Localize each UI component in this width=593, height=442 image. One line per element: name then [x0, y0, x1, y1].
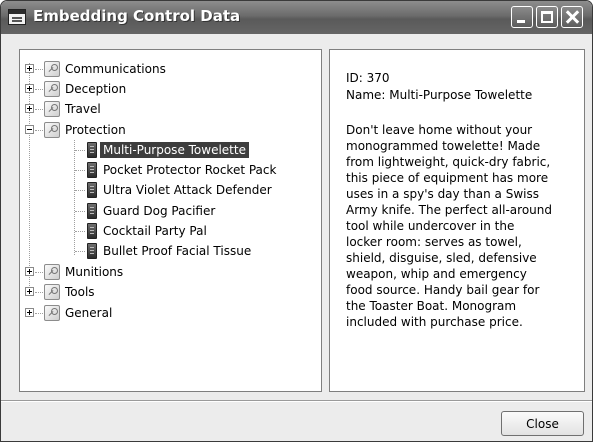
tree-node-label[interactable]: General — [62, 305, 115, 321]
tree-node-label[interactable]: Communications — [62, 61, 169, 77]
tree-node-label[interactable]: Protection — [62, 122, 129, 138]
tree-connector — [74, 140, 75, 255]
item-description: Don't leave home without your monogramme… — [346, 123, 552, 329]
tree-node-label[interactable]: Tools — [62, 284, 98, 300]
key-icon — [44, 264, 60, 280]
key-icon — [44, 122, 60, 138]
item-name: Name: Multi-Purpose Towelette — [346, 88, 533, 102]
tree-connector — [29, 63, 30, 296]
gadget-icon — [87, 223, 97, 239]
tree-item-label[interactable]: Ultra Violet Attack Defender — [100, 182, 275, 198]
tree-node-label[interactable]: Deception — [62, 81, 129, 97]
expand-icon[interactable] — [25, 267, 34, 276]
tree-node-label[interactable]: Munitions — [62, 264, 126, 280]
tree-node-label[interactable]: Travel — [62, 101, 104, 117]
key-icon — [44, 81, 60, 97]
tree-item-label[interactable]: Pocket Protector Rocket Pack — [100, 162, 279, 178]
expand-icon[interactable] — [25, 104, 34, 113]
gadget-icon — [87, 162, 97, 178]
item-id: ID: 370 — [346, 71, 390, 85]
app-icon — [8, 9, 26, 25]
tree-item-label[interactable]: Multi-Purpose Towelette — [100, 142, 249, 158]
title-bar[interactable]: Embedding Control Data — [1, 1, 592, 34]
key-icon — [44, 61, 60, 77]
gadget-icon — [87, 142, 97, 158]
main-window: Embedding Control Data Communications De… — [0, 0, 593, 442]
expand-icon[interactable] — [25, 64, 34, 73]
close-button[interactable]: Close — [501, 411, 584, 436]
maximize-button[interactable] — [536, 6, 558, 28]
tree-item-label[interactable]: Guard Dog Pacifier — [100, 203, 218, 219]
minimize-button[interactable] — [511, 6, 533, 28]
category-tree[interactable]: Communications Deception Travel Protecti… — [19, 49, 322, 392]
key-icon — [44, 284, 60, 300]
gadget-icon — [87, 182, 97, 198]
tree-item-label[interactable]: Bullet Proof Facial Tissue — [100, 243, 254, 259]
footer-divider-highlight — [1, 401, 592, 402]
expand-icon[interactable] — [25, 84, 34, 93]
expand-icon[interactable] — [25, 287, 34, 296]
key-icon — [44, 305, 60, 321]
gadget-icon — [87, 203, 97, 219]
gadget-icon — [87, 243, 97, 259]
expand-icon[interactable] — [25, 308, 34, 317]
key-icon — [44, 101, 60, 117]
collapse-icon[interactable] — [25, 125, 34, 134]
close-window-button[interactable] — [561, 6, 583, 28]
tree-item-label[interactable]: Cocktail Party Pal — [100, 223, 210, 239]
detail-panel: ID: 370 Name: Multi-Purpose Towelette Do… — [329, 49, 585, 392]
window-title: Embedding Control Data — [33, 7, 241, 25]
